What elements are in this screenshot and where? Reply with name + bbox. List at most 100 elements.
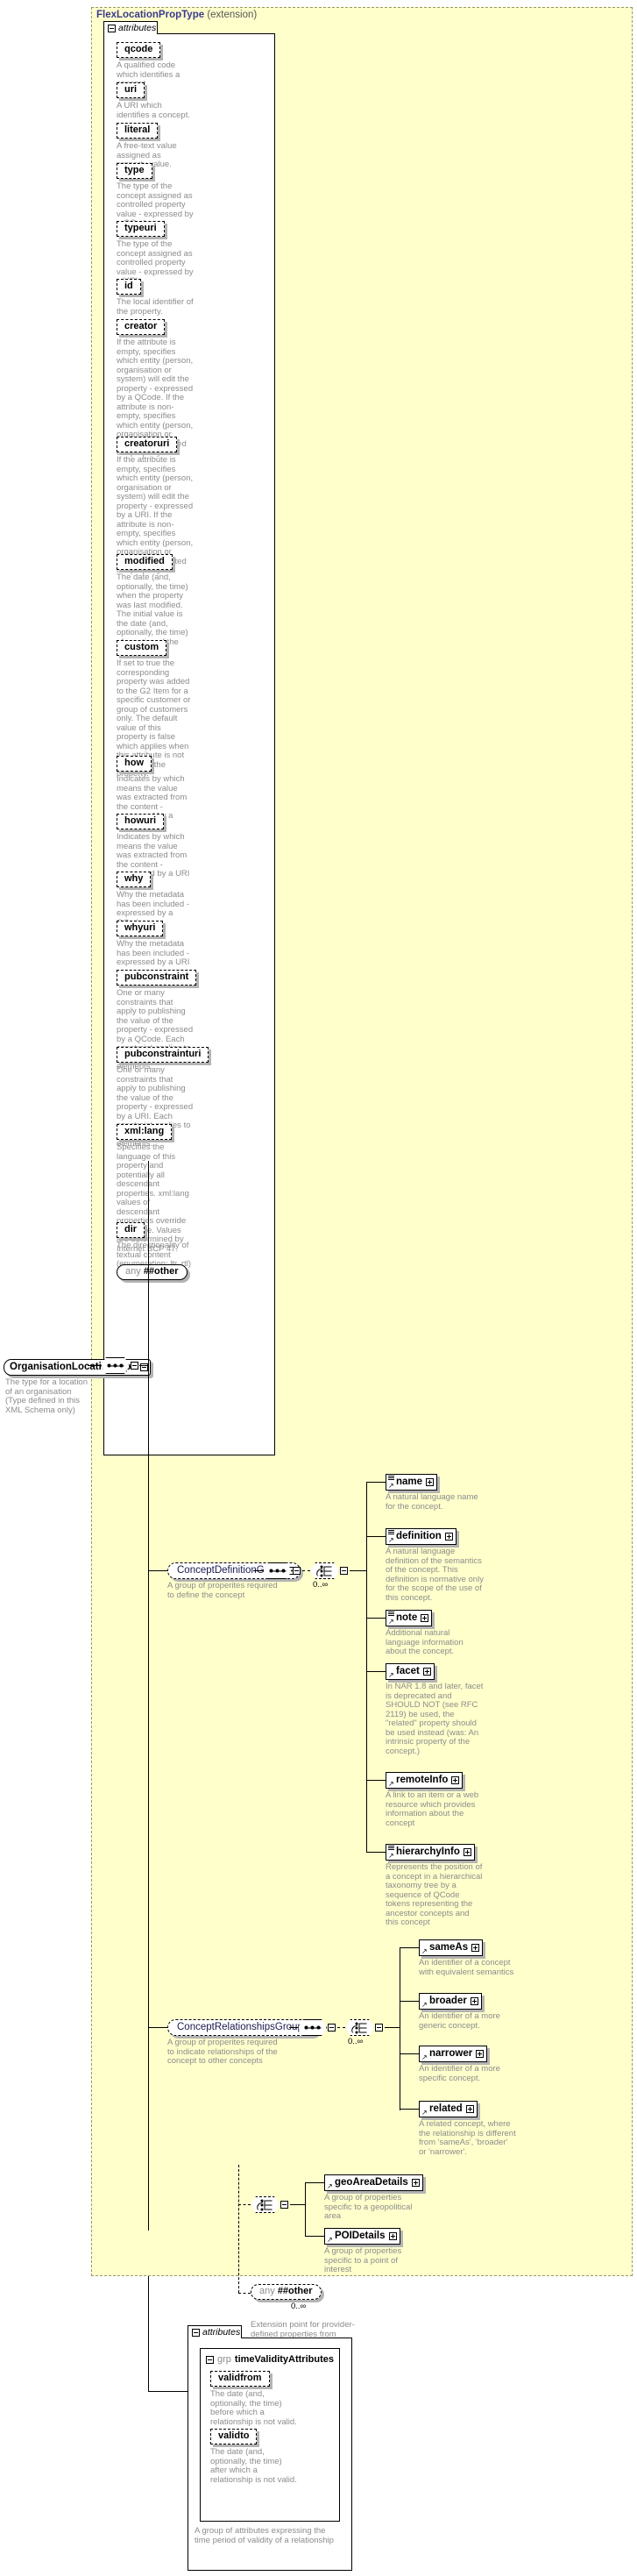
main-sequence-compositor[interactable]: [101, 1357, 138, 1374]
connector: [366, 1482, 386, 1483]
attribute-name[interactable]: custom: [117, 640, 167, 656]
element-box[interactable]: ↗ definition: [386, 1528, 457, 1545]
sequence-icon: [304, 2025, 321, 2030]
attribute-name[interactable]: howuri: [117, 814, 165, 829]
time-validity-group-header[interactable]: grp timeValidityAttributes: [206, 2354, 334, 2365]
element-box[interactable]: ↗ broader: [419, 1993, 482, 2010]
sequence-marker-icon: [388, 1530, 394, 1534]
attribute-uri: uri A URI which identifies a concept.: [117, 82, 194, 120]
element-description: A group of properties specific to a geop…: [324, 2193, 413, 2221]
collapse-icon[interactable]: [375, 2024, 383, 2032]
expand-icon[interactable]: [411, 2178, 420, 2187]
attribute-why: why Why the metadata has been included -…: [117, 872, 194, 928]
attribute-name[interactable]: uri: [117, 82, 145, 98]
attribute-howuri: howuri Indicates by which means the valu…: [117, 814, 194, 879]
element-box[interactable]: ↗ sameAs: [419, 1939, 484, 1956]
concept-definition-choice[interactable]: [310, 1562, 348, 1579]
collapse-icon[interactable]: [280, 2201, 288, 2209]
element-label: sameAs: [429, 1942, 469, 1953]
attribute-name[interactable]: creator: [117, 319, 166, 335]
concept-relationships-sequence[interactable]: [298, 2019, 336, 2036]
collapse-icon[interactable]: [328, 2024, 336, 2032]
attribute-name[interactable]: validfrom: [210, 2371, 270, 2387]
attribute-name[interactable]: creatoruri: [117, 437, 178, 452]
expand-icon[interactable]: [451, 1775, 460, 1784]
element-box[interactable]: ↗ geoAreaDetails: [324, 2174, 423, 2191]
collapse-icon[interactable]: [293, 1567, 301, 1575]
expand-icon[interactable]: [444, 1532, 453, 1541]
attribute-name[interactable]: modified: [117, 554, 173, 570]
collapse-icon[interactable]: [206, 2355, 214, 2364]
attribute-validto: validto The date (and, optionally, the t…: [210, 2429, 298, 2485]
details-choice[interactable]: [251, 2196, 288, 2213]
attribute-name[interactable]: how: [117, 756, 152, 772]
connector: [238, 2293, 251, 2294]
choice-icon: [316, 1565, 333, 1576]
element-box[interactable]: ↗ POIDetails: [324, 2228, 400, 2245]
element-box[interactable]: ↗ facet: [386, 1663, 435, 1680]
expand-icon[interactable]: [471, 1943, 480, 1952]
connector: [400, 2001, 419, 2002]
element-box[interactable]: ↗ related: [419, 2101, 478, 2117]
sequence-shape: [263, 1562, 292, 1579]
connector: [148, 1161, 149, 2231]
attribute-name[interactable]: xml:lang: [117, 1124, 173, 1140]
connector: [337, 2027, 345, 2028]
any-keyword: any: [259, 2286, 275, 2296]
expand-icon[interactable]: [388, 2231, 397, 2240]
attribute-name[interactable]: dir: [117, 1222, 145, 1238]
connector: [148, 2391, 188, 2392]
connector: [305, 2182, 306, 2237]
group-description: A group of properites required to define…: [167, 1581, 278, 1600]
attribute-name[interactable]: pubconstraint: [117, 970, 197, 986]
concept-relationships-choice[interactable]: [345, 2019, 383, 2036]
time-validity-group-description: A group of attributes expressing the tim…: [195, 2526, 334, 2545]
bottom-attributes-tab[interactable]: attributes: [188, 2325, 242, 2338]
expand-corner-icon: ↗: [388, 1852, 394, 1860]
connector: [290, 2204, 305, 2205]
expand-icon[interactable]: [421, 1613, 429, 1622]
sequence-shape: [101, 1357, 130, 1374]
element-label: geoAreaDetails: [335, 2177, 408, 2188]
collapse-icon[interactable]: [192, 2328, 200, 2337]
expand-icon[interactable]: [463, 1847, 471, 1856]
connector: [139, 1365, 148, 1366]
expand-icon[interactable]: [465, 2104, 474, 2113]
collapse-icon[interactable]: [340, 1567, 348, 1575]
attribute-name[interactable]: pubconstrainturi: [117, 1047, 209, 1063]
connector: [148, 1570, 167, 1571]
connector: [305, 2182, 324, 2183]
collapse-icon[interactable]: [108, 24, 116, 32]
extension-type-name: FlexLocationPropType: [96, 10, 205, 20]
attribute-name[interactable]: validto: [210, 2429, 258, 2444]
attribute-name[interactable]: literal: [117, 123, 159, 139]
attribute-name[interactable]: id: [117, 279, 141, 295]
attribute-name[interactable]: qcode: [117, 42, 161, 58]
element-box[interactable]: ↗ narrower: [419, 2046, 488, 2062]
attribute-name[interactable]: type: [117, 163, 152, 179]
expand-icon[interactable]: [470, 1996, 478, 2005]
any-box[interactable]: any ##other: [251, 2284, 322, 2300]
element-box[interactable]: ↗ remoteInfo: [386, 1772, 464, 1789]
expand-corner-icon: ↗: [388, 1536, 394, 1544]
expand-corner-icon: ↗: [388, 1671, 394, 1679]
element-label: name: [396, 1477, 423, 1487]
attribute-name[interactable]: why: [117, 872, 152, 887]
collapse-icon[interactable]: [139, 1363, 148, 1371]
attribute-name[interactable]: whyuri: [117, 921, 164, 936]
attribute-id: id The local identifier of the property.: [117, 279, 194, 317]
expand-icon[interactable]: [476, 2049, 485, 2058]
element-box[interactable]: ↗ hierarchyInfo: [386, 1844, 475, 1861]
sequence-icon: [269, 1569, 286, 1573]
expand-icon[interactable]: [426, 1477, 435, 1486]
collapse-icon[interactable]: [131, 1362, 138, 1370]
element-box[interactable]: ↗ name: [386, 1474, 438, 1491]
any-box[interactable]: any ##other: [117, 1264, 188, 1280]
element-box[interactable]: ↗ note: [386, 1610, 433, 1626]
connector: [366, 1671, 367, 1781]
expand-icon[interactable]: [422, 1667, 431, 1676]
attributes-tab[interactable]: attributes: [103, 21, 158, 34]
concept-definition-sequence[interactable]: [263, 1562, 301, 1579]
attribute-name[interactable]: typeuri: [117, 221, 165, 237]
element-description: In NAR 1.8 and later, facet is deprecate…: [386, 1682, 484, 1756]
